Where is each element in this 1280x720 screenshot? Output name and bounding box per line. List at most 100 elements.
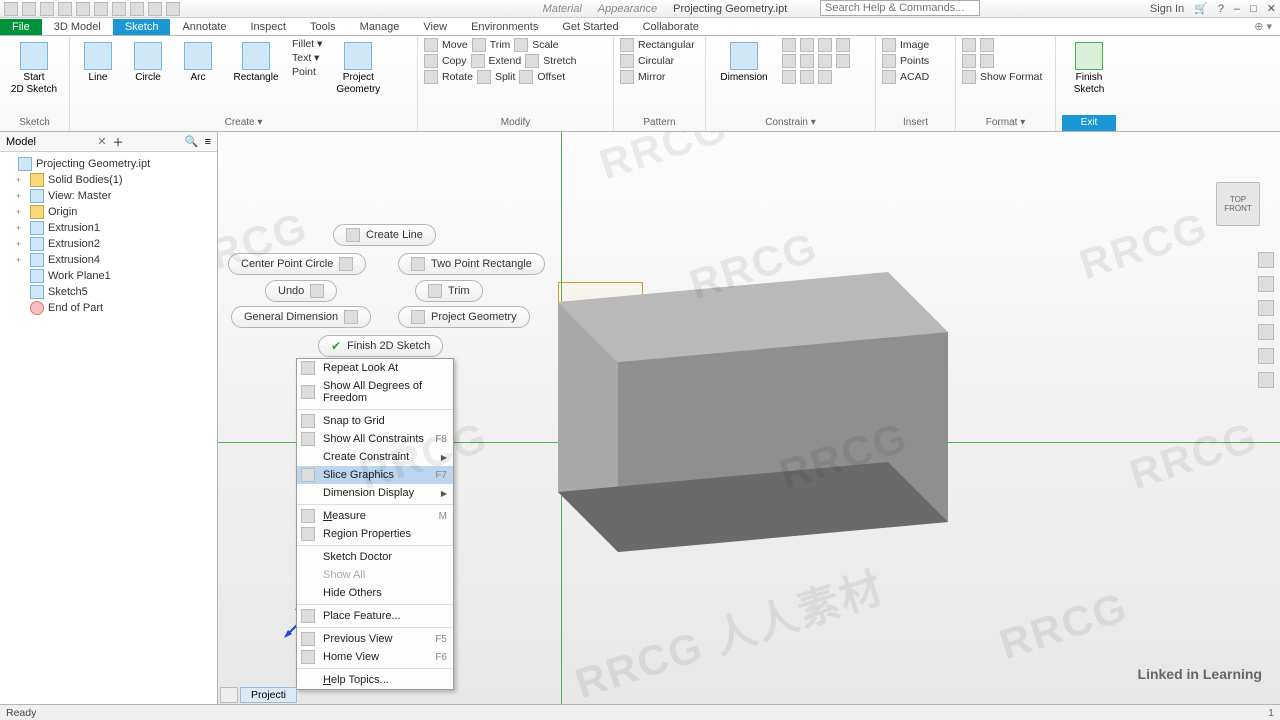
browser-add-icon[interactable]: ＋	[113, 134, 124, 150]
menu-icon[interactable]: ≡	[205, 136, 211, 148]
exit-button[interactable]: Exit	[1062, 115, 1116, 131]
move-button[interactable]: Move	[442, 39, 468, 51]
tree-node[interactable]: Sketch5	[4, 284, 213, 300]
split-button[interactable]: Split	[495, 71, 515, 83]
browser-tree[interactable]: Projecting Geometry.ipt +Solid Bodies(1)…	[0, 152, 217, 320]
nav-icon[interactable]	[1258, 300, 1274, 316]
rectangular-pattern-button[interactable]: Rectangular	[638, 39, 695, 51]
ctx-item[interactable]: Repeat Look At	[297, 359, 453, 377]
window-close-icon[interactable]: ✕	[1267, 2, 1276, 15]
tab-getstarted[interactable]: Get Started	[550, 19, 630, 35]
tab-annotate[interactable]: Annotate	[170, 19, 238, 35]
ctx-item[interactable]: MeasureM	[297, 507, 453, 525]
qat-icon[interactable]	[166, 2, 180, 16]
mk-finish-sketch-button[interactable]: Finish 2D Sketch	[318, 335, 443, 357]
ctx-item[interactable]: Snap to Grid	[297, 412, 453, 430]
circle-button[interactable]: Circle	[126, 38, 170, 84]
insert-acad-button[interactable]: ACAD	[900, 71, 929, 83]
qat-icon[interactable]	[76, 2, 90, 16]
nav-icon[interactable]	[1258, 324, 1274, 340]
project-geometry-button[interactable]: Project Geometry	[328, 38, 388, 96]
document-tab[interactable]: Projecti	[240, 687, 297, 703]
nav-icon[interactable]	[1258, 276, 1274, 292]
ctx-item[interactable]: Show All ConstraintsF8	[297, 430, 453, 448]
tree-node[interactable]: Work Plane1	[4, 268, 213, 284]
copy-button[interactable]: Copy	[442, 55, 467, 67]
viewport[interactable]: TOP FRONT Create Line Center Point Circl…	[218, 132, 1280, 704]
rectangle-button[interactable]: Rectangle	[226, 38, 286, 84]
insert-image-button[interactable]: Image	[900, 39, 929, 51]
mk-project-geometry-button[interactable]: Project Geometry	[398, 306, 530, 328]
trim-button[interactable]: Trim	[490, 39, 511, 51]
tab-tools[interactable]: Tools	[298, 19, 348, 35]
browser-close-icon[interactable]: ✕	[97, 135, 106, 148]
nav-icon[interactable]	[1258, 372, 1274, 388]
arc-button[interactable]: Arc	[176, 38, 220, 84]
tree-root[interactable]: Projecting Geometry.ipt	[4, 156, 213, 172]
extend-button[interactable]: Extend	[489, 55, 522, 67]
finish-sketch-button[interactable]: Finish Sketch	[1062, 38, 1116, 96]
appearance-dropdown[interactable]: Appearance	[598, 3, 657, 15]
ctx-item[interactable]: Region Properties	[297, 525, 453, 543]
circular-pattern-button[interactable]: Circular	[638, 55, 674, 67]
tab-sketch[interactable]: Sketch	[113, 19, 171, 35]
ctx-item[interactable]: Place Feature...	[297, 607, 453, 625]
scale-button[interactable]: Scale	[532, 39, 558, 51]
qat-icon[interactable]	[94, 2, 108, 16]
help-search-input[interactable]	[820, 0, 980, 16]
tree-node[interactable]: +View: Master	[4, 188, 213, 204]
mk-two-point-rectangle-button[interactable]: Two Point Rectangle	[398, 253, 545, 275]
mirror-button[interactable]: Mirror	[638, 71, 665, 83]
viewcube[interactable]: TOP FRONT	[1216, 182, 1260, 226]
tree-node[interactable]: +Origin	[4, 204, 213, 220]
material-dropdown[interactable]: Material	[543, 3, 582, 15]
tab-3dmodel[interactable]: 3D Model	[42, 19, 113, 35]
mk-general-dimension-button[interactable]: General Dimension	[231, 306, 371, 328]
fillet-button[interactable]: Fillet ▾	[292, 38, 322, 50]
ctx-item[interactable]: Show All Degrees of Freedom	[297, 377, 453, 407]
tree-node[interactable]: End of Part	[4, 300, 213, 316]
rotate-button[interactable]: Rotate	[442, 71, 473, 83]
ctx-item[interactable]: Dimension Display	[297, 484, 453, 502]
ctx-item[interactable]: Hide Others	[297, 584, 453, 602]
qat-icon[interactable]	[130, 2, 144, 16]
nav-icon[interactable]	[1258, 348, 1274, 364]
offset-button[interactable]: Offset	[537, 71, 565, 83]
qat-icon[interactable]	[40, 2, 54, 16]
tab-environments[interactable]: Environments	[459, 19, 550, 35]
ctx-item[interactable]: Home ViewF6	[297, 648, 453, 666]
qat-icon[interactable]	[4, 2, 18, 16]
dimension-button[interactable]: Dimension	[712, 38, 776, 84]
tree-node[interactable]: +Extrusion4	[4, 252, 213, 268]
viewcube-top[interactable]: TOP	[1230, 195, 1246, 204]
qat-icon[interactable]	[112, 2, 126, 16]
mk-trim-button[interactable]: Trim	[415, 280, 483, 302]
window-max-icon[interactable]: □	[1250, 3, 1257, 15]
panel-label[interactable]: Format ▾	[962, 115, 1049, 131]
ctx-item[interactable]: Previous ViewF5	[297, 630, 453, 648]
tree-node[interactable]: +Solid Bodies(1)	[4, 172, 213, 188]
tab-collaborate[interactable]: Collaborate	[631, 19, 711, 35]
tab-add-icon[interactable]: ⊕ ▾	[1246, 18, 1280, 35]
ctx-item[interactable]: Slice GraphicsF7	[297, 466, 453, 484]
mk-create-line-button[interactable]: Create Line	[333, 224, 436, 246]
text-button[interactable]: Text ▾	[292, 52, 322, 64]
quick-access-toolbar[interactable]	[4, 2, 180, 16]
home-tab-icon[interactable]	[220, 687, 238, 703]
tab-inspect[interactable]: Inspect	[239, 19, 298, 35]
tab-file[interactable]: File	[0, 19, 42, 35]
insert-points-button[interactable]: Points	[900, 55, 929, 67]
signin-link[interactable]: Sign In	[1150, 3, 1184, 15]
search-icon[interactable]: 🔍	[185, 135, 199, 148]
mk-undo-button[interactable]: Undo	[265, 280, 337, 302]
tab-view[interactable]: View	[411, 19, 459, 35]
tab-manage[interactable]: Manage	[348, 19, 412, 35]
line-button[interactable]: Line	[76, 38, 120, 84]
panel-label[interactable]: Constrain ▾	[712, 115, 869, 131]
viewcube-front[interactable]: FRONT	[1224, 204, 1252, 213]
stretch-button[interactable]: Stretch	[543, 55, 576, 67]
tree-node[interactable]: +Extrusion1	[4, 220, 213, 236]
solid-body[interactable]	[558, 272, 948, 552]
ctx-item[interactable]: Help Topics...	[297, 671, 453, 689]
mk-center-point-circle-button[interactable]: Center Point Circle	[228, 253, 366, 275]
